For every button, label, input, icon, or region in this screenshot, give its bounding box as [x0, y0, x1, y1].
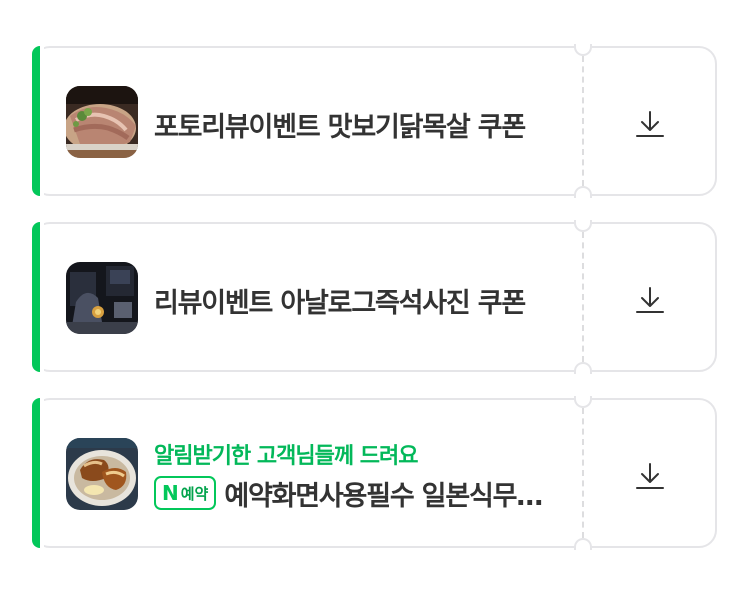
coupon-title: 포토리뷰이벤트 맛보기닭목살 쿠폰: [154, 112, 526, 143]
coupon-subtitle: 알림받기한 고객님들께 드려요: [154, 444, 418, 469]
coupon-divider: [582, 56, 584, 186]
coupon-notch: [574, 362, 592, 374]
badge-label: 예약: [180, 484, 209, 503]
coupon-notch: [574, 396, 592, 408]
download-icon[interactable]: [632, 282, 668, 318]
photo-booth-photo: [66, 262, 138, 334]
coupon-card: 리뷰이벤트 아날로그즉석사진 쿠폰: [32, 220, 717, 374]
coupon-title: 리뷰이벤트 아날로그즉석사진 쿠폰: [154, 288, 526, 319]
download-icon[interactable]: [632, 458, 668, 494]
coupon-title-row: N 예약 예약화면사용필수 일본식무…: [154, 473, 574, 513]
download-icon[interactable]: [632, 106, 668, 142]
coupon-accent-bar: [32, 222, 40, 372]
coupon-notch: [574, 186, 592, 198]
coupon-divider: [582, 408, 584, 538]
coupon-divider: [582, 232, 584, 362]
grilled-meat-photo: [66, 86, 138, 158]
coupon-card: 포토리뷰이벤트 맛보기닭목살 쿠폰: [32, 44, 717, 198]
coupon-title: 예약화면사용필수 일본식무…: [224, 480, 543, 512]
coupon-accent-bar: [32, 398, 40, 548]
coupon-notch: [574, 220, 592, 232]
coupon-accent-bar: [32, 46, 40, 196]
coupon-notch: [574, 44, 592, 56]
naver-n-icon: N: [162, 481, 179, 505]
naver-reservation-badge: N 예약: [154, 476, 217, 510]
coupon-card: 알림받기한 고객님들께 드려요 N 예약 예약화면사용필수 일본식무…: [32, 396, 717, 550]
coupon-notch: [574, 538, 592, 550]
braised-pork-photo: [66, 438, 138, 510]
